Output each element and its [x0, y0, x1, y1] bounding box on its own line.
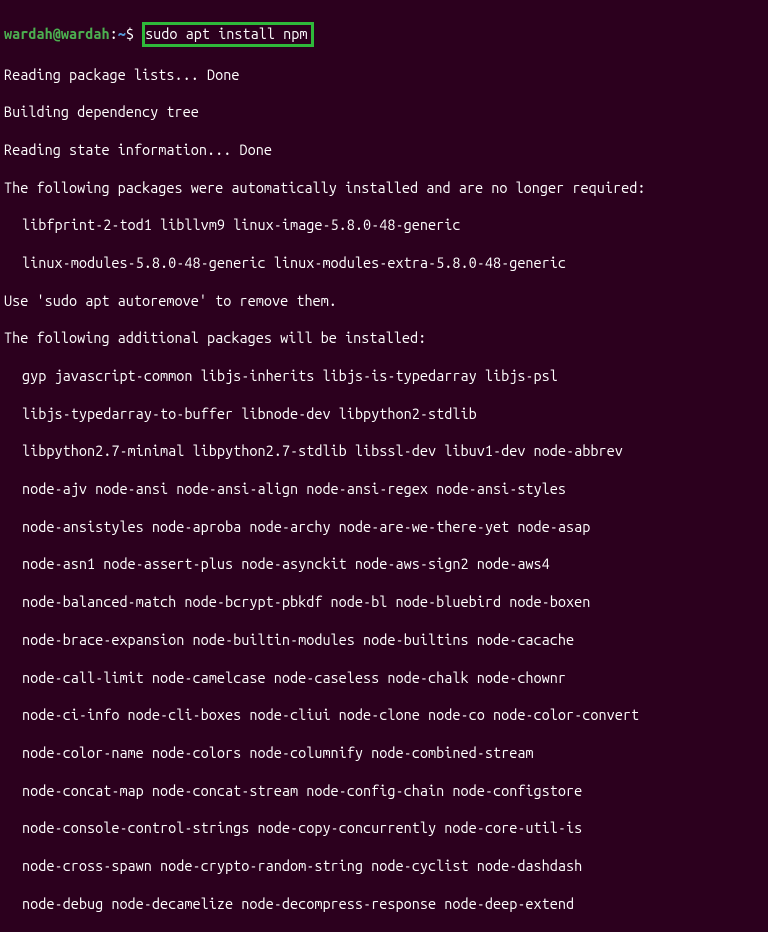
output-line: libfprint-2-tod1 libllvm9 linux-image-5.… — [4, 216, 764, 235]
output-line: Reading state information... Done — [4, 141, 764, 160]
output-line: node-ci-info node-cli-boxes node-cliui n… — [4, 706, 764, 725]
output-line: node-debug node-decamelize node-decompre… — [4, 895, 764, 914]
output-line: gyp javascript-common libjs-inherits lib… — [4, 367, 764, 386]
output-line: node-ajv node-ansi node-ansi-align node-… — [4, 480, 764, 499]
output-line: libpython2.7-minimal libpython2.7-stdlib… — [4, 442, 764, 461]
output-line: linux-modules-5.8.0-48-generic linux-mod… — [4, 254, 764, 273]
output-line: Reading package lists... Done — [4, 66, 764, 85]
output-line: node-ansistyles node-aproba node-archy n… — [4, 518, 764, 537]
prompt-colon: : — [110, 25, 118, 42]
output-line: Use 'sudo apt autoremove' to remove them… — [4, 292, 764, 311]
output-line: libjs-typedarray-to-buffer libnode-dev l… — [4, 405, 764, 424]
output-line: Building dependency tree — [4, 103, 764, 122]
terminal-output: wardah@wardah:~$ sudo apt install npm Re… — [4, 3, 764, 932]
command-text[interactable]: sudo apt install npm — [145, 25, 307, 42]
output-line: node-concat-map node-concat-stream node-… — [4, 782, 764, 801]
prompt-tilde: ~ — [118, 25, 126, 42]
output-line: The following packages were automaticall… — [4, 179, 764, 198]
output-line: node-color-name node-colors node-columni… — [4, 744, 764, 763]
output-line: node-call-limit node-camelcase node-case… — [4, 669, 764, 688]
output-line: node-cross-spawn node-crypto-random-stri… — [4, 857, 764, 876]
output-line: node-asn1 node-assert-plus node-asynckit… — [4, 555, 764, 574]
output-line: The following additional packages will b… — [4, 329, 764, 348]
command-highlight-box: sudo apt install npm — [142, 22, 314, 47]
output-line: node-console-control-strings node-copy-c… — [4, 819, 764, 838]
prompt-dollar: $ — [126, 25, 142, 42]
prompt-line: wardah@wardah:~$ sudo apt install npm — [4, 22, 764, 47]
output-line: node-brace-expansion node-builtin-module… — [4, 631, 764, 650]
output-line: node-balanced-match node-bcrypt-pbkdf no… — [4, 593, 764, 612]
prompt-user: wardah@wardah — [4, 25, 110, 42]
